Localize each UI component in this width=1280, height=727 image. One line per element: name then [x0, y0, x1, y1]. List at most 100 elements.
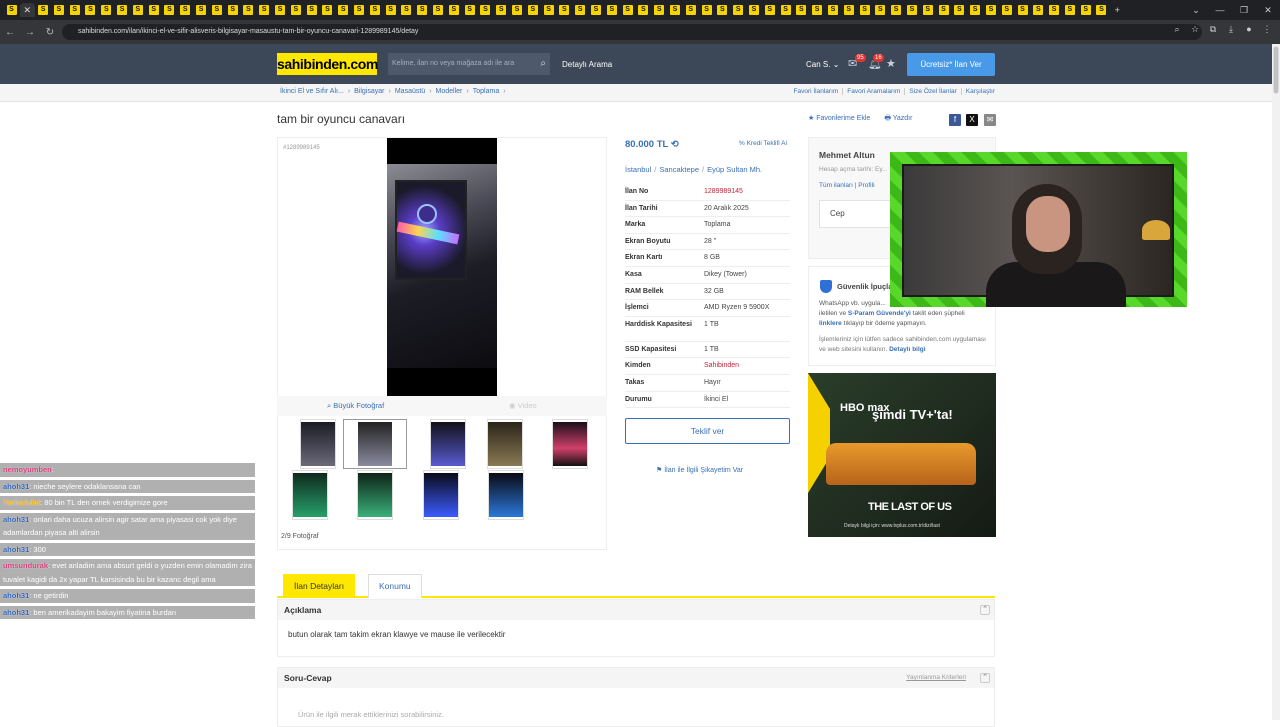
browser-tab[interactable]: S	[588, 3, 603, 17]
photo-thumbnail[interactable]	[423, 470, 459, 520]
browser-tab[interactable]: S	[115, 3, 130, 17]
user-menu[interactable]: Can S. ⌄	[806, 60, 839, 69]
browser-tab[interactable]: S	[431, 3, 446, 17]
post-ad-button[interactable]: Ücretsiz* İlan Ver	[907, 53, 995, 76]
browser-tab[interactable]: S	[857, 3, 872, 17]
location-city[interactable]: İstanbul	[625, 165, 651, 174]
browser-tab[interactable]: S	[1047, 3, 1062, 17]
report-listing-link[interactable]: ⚑ İlan ile İlgili Şikayetim Var	[656, 466, 743, 474]
zoom-icon[interactable]: ⌕	[1170, 24, 1184, 35]
browser-tab[interactable]: S	[683, 3, 698, 17]
browser-tab[interactable]: S	[1031, 3, 1046, 17]
breadcrumb-item[interactable]: Toplama	[473, 88, 499, 95]
browser-tab[interactable]: S	[825, 3, 840, 17]
scrollbar-thumb[interactable]	[1273, 46, 1279, 94]
browser-tab[interactable]: S	[83, 3, 98, 17]
photo-thumbnail[interactable]	[487, 419, 523, 469]
browser-tab[interactable]: S	[288, 3, 303, 17]
browser-tab[interactable]: S	[699, 3, 714, 17]
photo-thumbnail[interactable]	[343, 419, 407, 469]
breadcrumb-item[interactable]: Bilgisayar	[354, 88, 384, 95]
photo-thumbnail[interactable]	[357, 470, 393, 520]
restore-icon[interactable]: ❐	[1232, 5, 1256, 16]
browser-tab[interactable]: S	[162, 3, 177, 17]
browser-tab[interactable]: S	[667, 3, 682, 17]
browser-tab[interactable]: S	[67, 3, 82, 17]
browser-tab[interactable]: S	[889, 3, 904, 17]
forward-icon[interactable]: →	[20, 27, 40, 38]
browser-tab[interactable]: S	[920, 3, 935, 17]
site-logo[interactable]: sahibinden.com	[277, 53, 378, 75]
browser-tab[interactable]: S	[557, 3, 572, 17]
breadcrumb-item[interactable]: Modeller	[436, 88, 463, 95]
facebook-icon[interactable]: f	[949, 114, 961, 126]
photo-thumbnail[interactable]	[552, 419, 588, 469]
browser-tab[interactable]: S	[968, 3, 983, 17]
photo-thumbnail[interactable]	[300, 419, 336, 469]
browser-tab[interactable]: S	[478, 3, 493, 17]
browser-tab[interactable]: S	[525, 3, 540, 17]
browser-tab[interactable]: S	[510, 3, 525, 17]
favorites-star-icon[interactable]: ★	[886, 57, 896, 70]
video-tab[interactable]: ◉ Video	[509, 401, 537, 410]
browser-tab[interactable]: S	[778, 3, 793, 17]
links-link[interactable]: linklere	[819, 320, 842, 327]
browser-tab[interactable]: S	[241, 3, 256, 17]
browser-tab[interactable]: S	[320, 3, 335, 17]
browser-tab[interactable]: S	[462, 3, 477, 17]
browser-tab[interactable]: S	[130, 3, 145, 17]
photo-thumbnail[interactable]	[292, 470, 328, 520]
browser-tab[interactable]: S	[367, 3, 382, 17]
browser-tab[interactable]: S	[541, 3, 556, 17]
criteria-link[interactable]: Yayınlanma Kriterleri	[906, 668, 966, 688]
browser-tab[interactable]: S	[1062, 3, 1077, 17]
browser-tab[interactable]: S	[178, 3, 193, 17]
browser-tab[interactable]: S	[304, 3, 319, 17]
browser-tab[interactable]: S	[1094, 3, 1109, 17]
browser-tab[interactable]: S	[620, 3, 635, 17]
sparam-link[interactable]: S-Param Güvende'yi	[848, 310, 911, 317]
download-icon[interactable]: ⤓	[1224, 24, 1238, 35]
browser-tab[interactable]: S	[36, 3, 51, 17]
browser-tab[interactable]: S	[446, 3, 461, 17]
browser-tab[interactable]: S	[146, 3, 161, 17]
location-neighborhood[interactable]: Eyüp Sultan Mh.	[707, 165, 762, 174]
browser-tab[interactable]: S	[399, 3, 414, 17]
qa-input[interactable]: Ürün ile ilgili merak ettiklerinizi sora…	[278, 688, 994, 719]
credit-offer-link[interactable]: % Kredi Teklifi Al	[739, 140, 787, 147]
browser-tab[interactable]: S	[51, 3, 66, 17]
close-tab-icon[interactable]: ✕	[19, 3, 35, 17]
main-photo[interactable]	[387, 138, 497, 396]
browser-tab[interactable]: S	[999, 3, 1014, 17]
favorite-searches-link[interactable]: Favori Aramalarım	[842, 88, 900, 95]
browser-tab[interactable]: S	[336, 3, 351, 17]
email-share-icon[interactable]: ✉	[984, 114, 996, 126]
seller-links[interactable]: Tüm ilanları | Profili	[819, 182, 875, 189]
browser-tab[interactable]: S	[604, 3, 619, 17]
add-favorite-link[interactable]: ★ Favorilerime Ekle	[808, 114, 870, 125]
browser-tab[interactable]: S	[794, 3, 809, 17]
browser-tab[interactable]: S	[225, 3, 240, 17]
page-scrollbar[interactable]	[1272, 44, 1280, 720]
browser-tab[interactable]: S	[352, 3, 367, 17]
browser-tab[interactable]: S	[494, 3, 509, 17]
back-icon[interactable]: ←	[0, 27, 20, 38]
collapse-icon[interactable]: ⌃	[980, 605, 990, 615]
print-link[interactable]: 🖶︎ Yazdır	[884, 114, 912, 125]
browser-tab[interactable]: S	[936, 3, 951, 17]
browser-tab[interactable]: S	[983, 3, 998, 17]
browser-tab[interactable]: S	[652, 3, 667, 17]
collapse-icon[interactable]: ⌃	[980, 673, 990, 683]
tab-listing-details[interactable]: İlan Detayları	[283, 574, 356, 598]
browser-tab[interactable]: S	[715, 3, 730, 17]
browser-tab[interactable]: S	[415, 3, 430, 17]
detailed-search-link[interactable]: Detaylı Arama	[562, 60, 612, 69]
advertisement-banner[interactable]: HBO max şimdi TV+'ta! THE LAST OF US Det…	[808, 373, 996, 537]
browser-tab[interactable]: S	[99, 3, 114, 17]
bookmark-star-icon[interactable]: ☆	[1188, 24, 1202, 35]
big-photo-tab[interactable]: ⌕ Büyük Fotoğraf	[327, 401, 384, 411]
browser-tab[interactable]: S	[841, 3, 856, 17]
search-icon[interactable]: ⌕	[540, 53, 546, 75]
x-twitter-icon[interactable]: X	[966, 114, 978, 126]
browser-tab[interactable]: S	[746, 3, 761, 17]
